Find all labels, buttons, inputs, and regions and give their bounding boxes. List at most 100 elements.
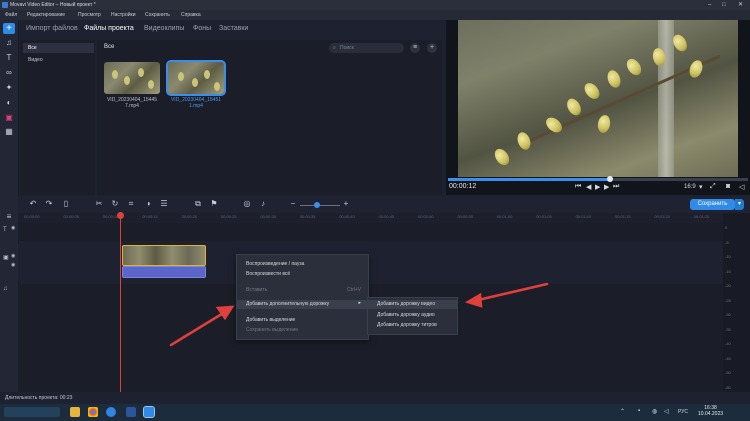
ruler-tick-label: 00:00:00 — [24, 214, 40, 219]
titles-track-lock-icon[interactable]: ◉ — [11, 225, 15, 231]
undo-icon[interactable]: ↶ — [28, 199, 38, 209]
speaker-icon[interactable]: ◁ — [664, 408, 669, 415]
chrome-icon[interactable] — [88, 407, 98, 417]
prev-frame-icon[interactable]: ⏮ — [575, 183, 581, 191]
tray-chevron-icon[interactable]: ⌃ — [620, 408, 625, 415]
add-folder-button[interactable]: + — [427, 43, 437, 53]
file-explorer-icon[interactable] — [70, 407, 80, 417]
video-preview[interactable] — [458, 20, 738, 177]
overlay-icon[interactable]: ⧉ — [193, 199, 203, 209]
menu-item-play-all[interactable]: Воспроизвести всё — [246, 271, 290, 277]
tab-video-clips[interactable]: Видеоклипы — [144, 20, 184, 38]
browser-icon[interactable] — [106, 407, 116, 417]
media-tabs: Импорт файлов Файлы проекта Видеоклипы Ф… — [18, 20, 443, 38]
file-thumbnail-selected[interactable] — [166, 60, 226, 96]
category-all[interactable]: Все — [23, 43, 94, 53]
tab-import-files[interactable]: Импорт файлов — [26, 20, 78, 38]
menu-item-add-selection[interactable]: Добавить выделение — [246, 317, 295, 323]
file-thumbnail[interactable] — [104, 62, 160, 94]
microphone-icon[interactable]: ♪ — [258, 199, 268, 209]
tray-app-icon[interactable]: ▪ — [638, 408, 640, 414]
network-icon[interactable]: ◍ — [652, 408, 657, 415]
volume-icon[interactable]: ◁ — [739, 183, 744, 191]
more-tools-icon[interactable]: ▣ — [4, 113, 14, 123]
menu-save[interactable]: Сохранить — [145, 10, 170, 20]
paste-shortcut: Ctrl+V — [346, 287, 361, 293]
clip-audio-waveform[interactable] — [122, 266, 206, 278]
menu-help[interactable]: Справка — [181, 10, 201, 20]
language-indicator[interactable]: РУС — [678, 409, 688, 415]
search-input[interactable]: ⌕ Поиск — [329, 43, 404, 53]
menu-item-save-selection[interactable]: Сохранить выделение — [246, 327, 298, 333]
save-button[interactable]: Сохранить — [690, 199, 735, 210]
search-placeholder: Поиск — [340, 45, 354, 51]
start-area[interactable] — [4, 407, 60, 417]
menu-item-add-extra-track[interactable]: Добавить дополнительную дорожку — [237, 300, 368, 309]
titles-track[interactable] — [18, 223, 723, 241]
aspect-dropdown-icon[interactable]: ▾ — [699, 183, 703, 191]
submenu-add-audio-track[interactable]: Добавить дорожку аудио — [377, 312, 435, 318]
zoom-in-icon[interactable]: + — [341, 199, 351, 209]
aspect-ratio-select[interactable]: 16:9 — [684, 184, 696, 190]
clock[interactable]: 16:38 10.04.2023 — [698, 405, 723, 417]
transitions-icon[interactable]: ∞ — [4, 68, 14, 78]
playhead-handle[interactable] — [117, 212, 124, 219]
crop-icon[interactable]: ⌗ — [126, 199, 136, 209]
zoom-out-icon[interactable]: − — [288, 199, 298, 209]
rotate-icon[interactable]: ↻ — [110, 199, 120, 209]
tab-backgrounds[interactable]: Фоны — [193, 20, 211, 38]
music-icon[interactable]: ♫ — [4, 38, 14, 48]
play-icon[interactable]: ▶ — [595, 183, 600, 191]
video-clip[interactable] — [122, 245, 206, 266]
add-media-button[interactable]: + — [3, 23, 15, 34]
minimize-icon[interactable]: – — [708, 0, 711, 10]
video-track-mute-icon[interactable]: ◉ — [11, 253, 15, 259]
file-name-selected: VID_20230404_15451 1.mp4 — [170, 97, 222, 109]
vu-scale-label: -50 — [725, 370, 731, 375]
menu-item-paste[interactable]: Вставить — [246, 287, 267, 293]
sort-button[interactable]: ≡ — [410, 43, 420, 53]
effects-icon[interactable]: ▦ — [4, 127, 14, 137]
color-adjust-icon[interactable]: ◑ — [143, 199, 153, 209]
track-settings-icon[interactable]: ≡ — [4, 212, 14, 222]
zoom-slider-handle[interactable] — [314, 202, 320, 208]
tab-intros[interactable]: Заставки — [219, 20, 248, 38]
step-forward-icon[interactable]: ▶ — [604, 183, 609, 191]
submenu-add-titles-track[interactable]: Добавить дорожку титров — [377, 322, 437, 328]
menu-settings[interactable]: Настройки — [111, 10, 136, 20]
zoom-slider[interactable] — [300, 205, 340, 206]
ruler-tick-label: 00:01:25 — [693, 214, 710, 219]
close-icon[interactable]: ✕ — [738, 0, 743, 10]
stickers-icon[interactable]: ◐ — [4, 98, 14, 108]
category-video[interactable]: Видео — [23, 55, 94, 65]
submenu-add-video-track[interactable]: Добавить дорожку видео — [368, 300, 457, 309]
playback-progress-handle[interactable] — [607, 176, 613, 182]
movavi-taskbar-icon[interactable] — [143, 406, 155, 418]
ruler-tick-label: 00:00:45 — [378, 214, 395, 219]
cut-icon[interactable]: ✂ — [94, 199, 104, 209]
video-track-lock-icon[interactable]: ◉ — [11, 262, 15, 268]
next-frame-icon[interactable]: ⏭ — [613, 183, 619, 191]
menu-item-play-pause[interactable]: Воспроизведение / пауза — [246, 261, 304, 267]
highlight-icon[interactable]: ◎ — [242, 199, 252, 209]
maximize-icon[interactable]: □ — [722, 0, 726, 10]
fullscreen-icon[interactable]: ⤢ — [710, 183, 716, 191]
menu-edit[interactable]: Редактирование — [27, 10, 65, 20]
menu-file[interactable]: Файл — [5, 10, 17, 20]
snapshot-icon[interactable]: ◙ — [726, 183, 730, 190]
tab-project-files[interactable]: Файлы проекта — [84, 20, 134, 38]
titles-icon[interactable]: T — [4, 53, 14, 63]
vu-scale-label: -30 — [725, 312, 731, 317]
save-options-icon[interactable]: ▾ — [735, 199, 744, 210]
redo-icon[interactable]: ↷ — [44, 199, 54, 209]
word-icon[interactable] — [126, 407, 136, 417]
video-track-icon: ▣ — [3, 255, 9, 261]
menu-view[interactable]: Просмотр — [78, 10, 101, 20]
delete-icon[interactable]: ▯ — [61, 199, 71, 209]
marker-icon[interactable]: ⚑ — [209, 199, 219, 209]
title-bar: Movavi Video Editor – Новый проект * – □… — [0, 0, 750, 10]
step-back-icon[interactable]: ◀ — [586, 183, 591, 191]
clip-properties-icon[interactable]: ☰ — [159, 199, 169, 209]
filters-icon[interactable]: ✦ — [4, 83, 14, 93]
playhead[interactable] — [120, 213, 121, 393]
